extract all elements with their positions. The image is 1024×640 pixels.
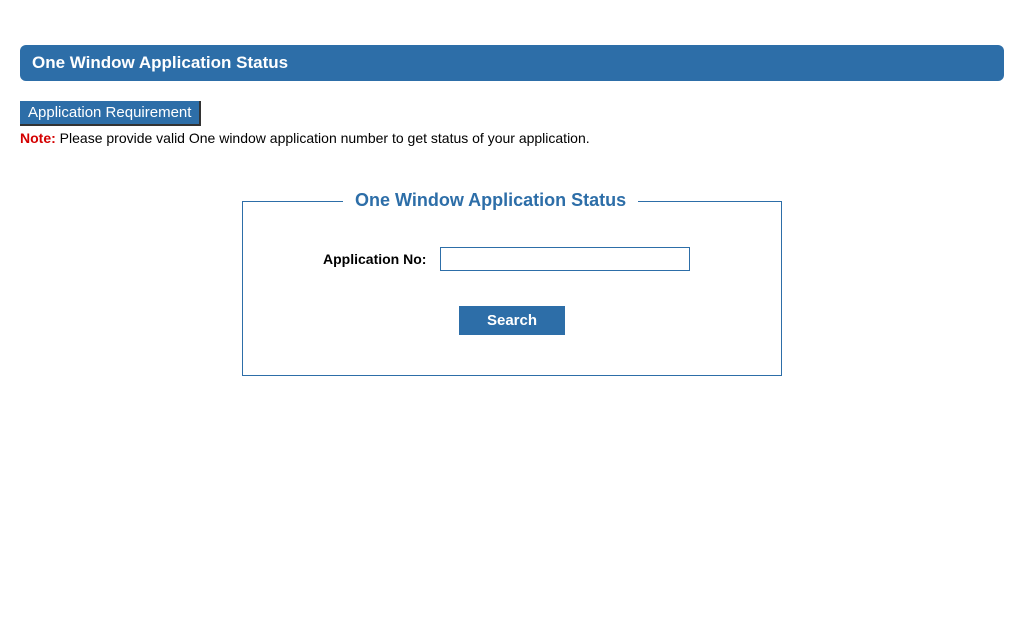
page-title-text: One Window Application Status: [32, 53, 288, 72]
requirement-text: Application Requirement: [28, 104, 191, 121]
search-button[interactable]: Search: [459, 306, 565, 335]
application-no-row: Application No:: [323, 247, 751, 271]
form-wrapper: One Window Application Status Applicatio…: [20, 201, 1004, 376]
application-no-label: Application No:: [323, 251, 426, 267]
note-line: Note: Please provide valid One window ap…: [20, 130, 1004, 146]
form-fieldset: One Window Application Status Applicatio…: [242, 201, 782, 376]
sub-header: Application Requirement Note: Please pro…: [20, 101, 1004, 146]
requirement-badge: Application Requirement: [20, 101, 201, 126]
form-legend: One Window Application Status: [343, 190, 638, 211]
application-no-input[interactable]: [440, 247, 690, 271]
page-title: One Window Application Status: [20, 45, 1004, 81]
button-row: Search: [273, 306, 751, 335]
search-button-label: Search: [487, 312, 537, 329]
note-label: Note:: [20, 130, 56, 146]
note-text: Please provide valid One window applicat…: [56, 130, 590, 146]
